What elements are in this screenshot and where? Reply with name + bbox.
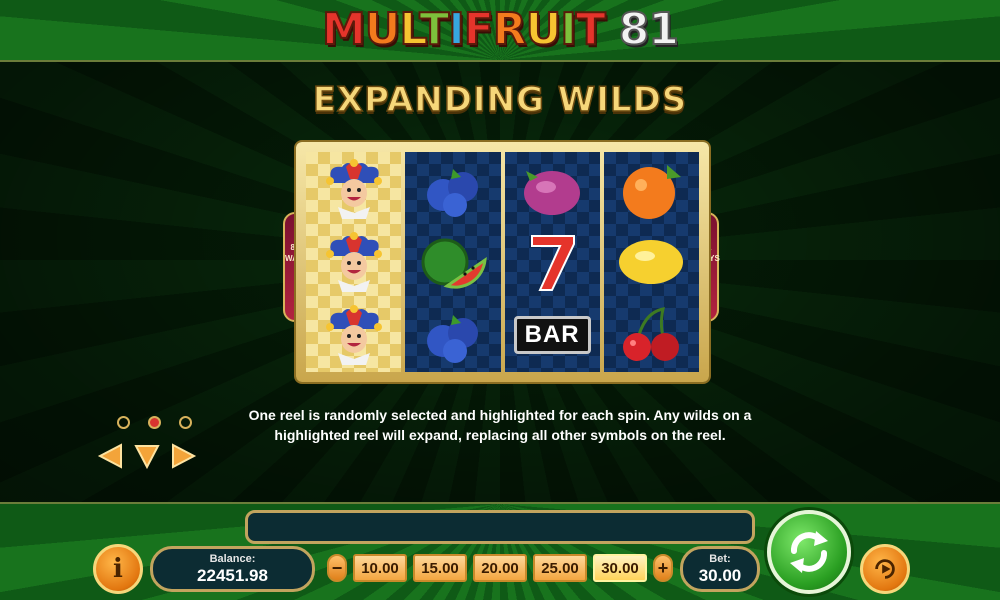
cherry-icon bbox=[613, 302, 689, 368]
orange-icon bbox=[613, 156, 689, 222]
bet-selector: − 10.00 15.00 20.00 25.00 30.00 + bbox=[327, 554, 673, 582]
joker-icon bbox=[316, 229, 392, 295]
joker-icon bbox=[316, 156, 392, 222]
page-navigation bbox=[97, 442, 197, 470]
feature-description: One reel is randomly selected and highli… bbox=[248, 407, 752, 443]
info-panel: EXPANDING WILDS 81 WAYS 81 WAYS BAR One … bbox=[0, 62, 1000, 504]
bet-option-button[interactable]: 30.00 bbox=[593, 554, 647, 582]
logo-letter: U bbox=[525, 3, 563, 56]
close-page-button[interactable] bbox=[133, 442, 161, 470]
logo-letter: R bbox=[492, 3, 528, 56]
joker-icon bbox=[316, 302, 392, 368]
logo-letters: MULTIFRUIT bbox=[321, 3, 607, 56]
bet-option-button[interactable]: 10.00 bbox=[353, 554, 407, 582]
bar-label: BAR bbox=[513, 316, 591, 355]
autoplay-icon bbox=[875, 559, 895, 579]
logo-letter: I bbox=[559, 3, 577, 56]
game-logo: MULTIFRUIT 81 bbox=[0, 3, 1000, 56]
blueberry-icon bbox=[415, 302, 491, 368]
bet-option-button[interactable]: 20.00 bbox=[473, 554, 527, 582]
plum-icon bbox=[514, 156, 590, 222]
reel-highlighted bbox=[306, 152, 402, 372]
page-indicator bbox=[117, 416, 192, 429]
reel-grid: BAR bbox=[306, 152, 699, 372]
message-bar bbox=[245, 510, 755, 544]
bet-value: 30.00 bbox=[698, 566, 742, 585]
blueberry-icon bbox=[415, 156, 491, 222]
logo-letter: U bbox=[364, 3, 402, 56]
control-bar: i Balance: 22451.98 − 10.00 15.00 20.00 25.… bbox=[0, 504, 1000, 600]
logo-number: 81 bbox=[618, 3, 680, 56]
reel: BAR bbox=[504, 152, 600, 372]
prev-page-button[interactable] bbox=[97, 442, 125, 470]
logo-letter: T bbox=[418, 3, 450, 56]
watermelon-icon bbox=[415, 229, 491, 295]
balance-display: Balance: 22451.98 bbox=[150, 546, 315, 592]
spin-button[interactable] bbox=[767, 510, 851, 594]
bet-option-button[interactable]: 25.00 bbox=[533, 554, 587, 582]
next-page-button[interactable] bbox=[169, 442, 197, 470]
reel-frame: BAR bbox=[296, 142, 709, 382]
logo-letter: F bbox=[463, 3, 495, 56]
arrow-down-icon bbox=[134, 445, 160, 470]
balance-label: Balance: bbox=[209, 553, 256, 565]
arrow-left-icon bbox=[97, 443, 122, 469]
reel bbox=[405, 152, 501, 372]
spin-arrows-icon bbox=[790, 531, 828, 573]
bet-label: Bet: bbox=[709, 553, 731, 565]
autoplay-button[interactable] bbox=[860, 544, 910, 594]
logo-letter: M bbox=[321, 3, 367, 56]
arrow-right-icon bbox=[172, 443, 197, 469]
bet-option-button[interactable]: 15.00 bbox=[413, 554, 467, 582]
logo-letter: T bbox=[575, 3, 607, 56]
balance-value: 22451.98 bbox=[197, 566, 268, 585]
info-button[interactable]: i bbox=[93, 544, 143, 594]
logo-letter: I bbox=[447, 3, 465, 56]
bet-display: Bet: 30.00 bbox=[680, 546, 760, 592]
page-dot[interactable] bbox=[179, 416, 192, 429]
bar-icon: BAR bbox=[513, 302, 591, 368]
seven-icon bbox=[514, 229, 590, 295]
bet-options: 10.00 15.00 20.00 25.00 30.00 bbox=[353, 554, 647, 582]
bet-increase-button[interactable]: + bbox=[653, 554, 673, 582]
lemon-icon bbox=[613, 229, 689, 295]
top-logo-bar: MULTIFRUIT 81 bbox=[0, 0, 1000, 62]
bet-decrease-button[interactable]: − bbox=[327, 554, 347, 582]
logo-letter: L bbox=[399, 3, 422, 56]
page-dot[interactable] bbox=[148, 416, 161, 429]
reel bbox=[603, 152, 699, 372]
page-dot[interactable] bbox=[117, 416, 130, 429]
info-icon: i bbox=[113, 554, 123, 584]
page-title: EXPANDING WILDS bbox=[312, 79, 688, 121]
